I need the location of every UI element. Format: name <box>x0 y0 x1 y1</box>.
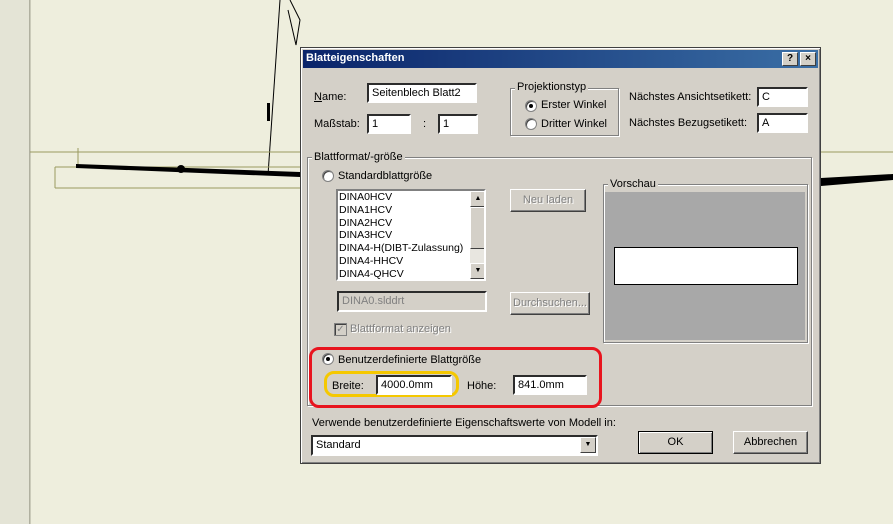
scale-numerator-input[interactable]: 1 <box>367 114 411 134</box>
sheet-format-list-item[interactable]: DINA0HCV <box>338 191 470 204</box>
model-props-combo[interactable]: Standard <box>311 435 598 456</box>
width-input[interactable]: 4000.0mm <box>376 375 452 395</box>
drawing-line <box>267 0 281 176</box>
drawing-thick-line <box>821 174 893 186</box>
third-angle-radio[interactable] <box>525 118 537 130</box>
help-button[interactable]: ? <box>782 52 798 66</box>
model-props-label: Verwende benutzerdefinierte Eigenschafts… <box>312 417 616 429</box>
drawing-thick-line <box>76 164 300 177</box>
browse-button[interactable]: Durchsuchen... <box>510 292 590 315</box>
sheet-format-list-item[interactable]: DINA3HCV <box>338 229 470 242</box>
next-datum-label-label: Nächstes Bezugsetikett: <box>629 117 748 129</box>
preview-sheet <box>614 247 798 285</box>
custom-size-radio[interactable] <box>322 353 334 365</box>
first-angle-label[interactable]: Erster Winkel <box>541 99 606 111</box>
scroll-down-button[interactable]: ▼ <box>470 263 484 279</box>
format-file-input[interactable]: DINA0.slddrt <box>337 291 487 312</box>
dialog-title: Blatteigenschaften <box>306 52 405 64</box>
drawing-marker <box>267 103 270 121</box>
show-format-checkbox[interactable]: ✓ <box>334 323 347 336</box>
name-input[interactable]: Seitenblech Blatt2 <box>367 83 477 103</box>
scroll-up-button[interactable]: ▲ <box>470 191 484 207</box>
scroll-thumb[interactable] <box>470 207 484 249</box>
next-view-label-label: Nächstes Ansichtsetikett: <box>629 91 752 103</box>
scale-denominator-input[interactable]: 1 <box>438 114 478 134</box>
dialog-titlebar[interactable]: Blatteigenschaften <box>303 50 818 68</box>
sheet-format-list-item[interactable]: DINA4-QHCV <box>338 268 470 279</box>
first-angle-radio[interactable] <box>525 100 537 112</box>
drawing-line <box>287 0 301 46</box>
sheet-format-list-item[interactable]: DINA1HCV <box>338 204 470 217</box>
ok-button[interactable]: OK <box>638 431 713 454</box>
sheet-format-list-item[interactable]: DINA4-H(DIBT-Zulassung) <box>338 242 470 255</box>
cancel-button[interactable]: Abbrechen <box>733 431 808 454</box>
drawing-node <box>177 165 185 173</box>
height-input[interactable]: 841.0mm <box>513 375 587 395</box>
sheet-format-list-item[interactable]: DINA4-HHCV <box>338 255 470 268</box>
height-label: Höhe: <box>467 380 497 392</box>
standard-size-label[interactable]: Standardblattgröße <box>338 170 432 182</box>
reload-button[interactable]: Neu laden <box>510 189 586 212</box>
sheet-properties-dialog: Blatteigenschaften ? × Name: Seitenblech… <box>300 47 821 464</box>
close-button[interactable]: × <box>800 52 816 66</box>
custom-size-label[interactable]: Benutzerdefinierte Blattgröße <box>338 354 481 366</box>
next-datum-label-input[interactable]: A <box>757 113 808 133</box>
preview-title: Vorschau <box>608 178 658 190</box>
name-label: Name: <box>314 91 347 103</box>
sheet-format-list[interactable]: DINA0HCV DINA1HCV DINA2HCV DINA3HCV DINA4-H(… <box>336 189 486 281</box>
list-scrollbar[interactable]: ▲ ▼ <box>470 191 484 279</box>
projection-group-title: Projektionstyp <box>515 81 589 93</box>
standard-size-radio[interactable] <box>322 170 334 182</box>
show-format-label: Blattformat anzeigen <box>350 323 451 335</box>
model-props-value: Standard <box>316 439 361 451</box>
scale-label: Maßstab: <box>314 118 360 130</box>
third-angle-label[interactable]: Dritter Winkel <box>541 118 607 130</box>
width-label: Breite: <box>332 380 364 392</box>
next-view-label-input[interactable]: C <box>757 87 808 107</box>
sheet-format-group-title: Blattformat/-größe <box>312 151 405 163</box>
sheet-format-list-item[interactable]: DINA2HCV <box>338 217 470 230</box>
combo-dropdown-icon[interactable]: ▼ <box>580 437 596 453</box>
name-label-rest: ame: <box>321 91 347 103</box>
scale-separator: : <box>423 118 427 130</box>
ok-button-label: OK <box>667 436 684 448</box>
